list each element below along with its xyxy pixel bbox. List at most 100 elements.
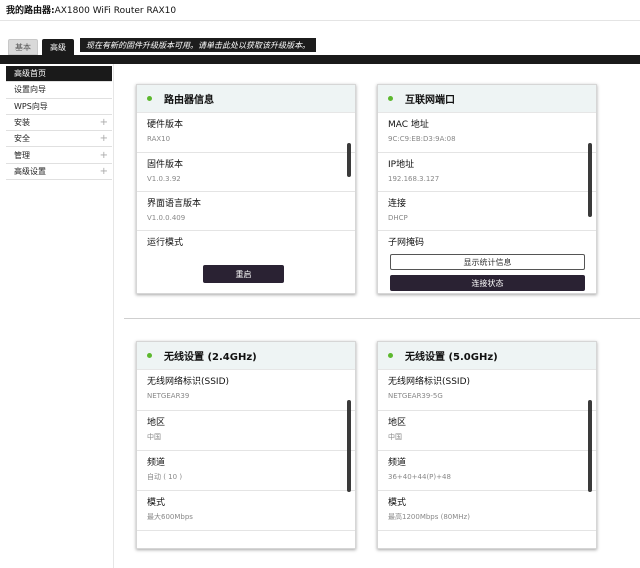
sidebar-item-label: 安装 <box>14 118 30 128</box>
scrollbar-thumb[interactable] <box>347 400 351 492</box>
card-header: 路由器信息 <box>137 85 355 113</box>
info-row-ip-address: IP地址 192.168.3.127 <box>378 153 596 192</box>
sidebar-item-wps-wizard[interactable]: WPS向导 <box>6 99 112 115</box>
info-row-channel: 频道 自动 ( 10 ) <box>137 451 355 491</box>
info-row-subnet-mask: 子网掩码 <box>378 231 596 248</box>
status-dot-icon <box>147 353 152 358</box>
sidebar-item-security[interactable]: 安全 + <box>6 131 112 148</box>
row-label: 无线网络标识(SSID) <box>147 377 230 387</box>
row-value: V1.0.0.409 <box>147 214 186 222</box>
row-label: 地区 <box>147 418 166 428</box>
row-label: 模式 <box>147 498 166 508</box>
sidebar-item-advanced-setup[interactable]: 高级设置 + <box>6 164 112 181</box>
connection-status-button[interactable]: 连接状态 <box>390 275 585 291</box>
scrollbar-thumb[interactable] <box>347 143 351 177</box>
row-label: 界面语言版本 <box>147 199 202 209</box>
info-row-mode: 模式 最高1200Mbps (80MHz) <box>378 491 596 531</box>
row-value: 中国 <box>147 433 161 441</box>
card-title: 无线设置 (2.4GHz) <box>164 352 257 363</box>
row-value: 最高1200Mbps (80MHz) <box>388 513 470 521</box>
card-scroll-body[interactable]: 无线网络标识(SSID) NETGEAR39-5G 地区 中国 频道 36+40… <box>378 370 596 548</box>
row-label: 连接 <box>388 199 407 209</box>
card-scroll-body[interactable]: 硬件版本 RAX10 固件版本 V1.0.3.92 界面语言版本 V1.0.0.… <box>137 113 355 259</box>
info-row-mode: 模式 最大600Mbps <box>137 491 355 531</box>
info-row-channel: 频道 36+40+44(P)+48 <box>378 451 596 491</box>
router-admin-page: 我的路由器:AX1800 WiFi Router RAX10 基本 高级 现在有… <box>0 0 640 568</box>
row-label: 模式 <box>388 498 407 508</box>
wireless-24ghz-card: 无线设置 (2.4GHz) 无线网络标识(SSID) NETGEAR39 地区 … <box>136 341 356 549</box>
expand-plus-icon[interactable]: + <box>100 166 108 177</box>
row-value: NETGEAR39-5G <box>388 392 443 400</box>
top-bar <box>0 55 640 64</box>
internet-port-card: 互联网端口 MAC 地址 9C:C9:EB:D3:9A:08 IP地址 192.… <box>377 84 597 294</box>
wireless-5ghz-card: 无线设置 (5.0GHz) 无线网络标识(SSID) NETGEAR39-5G … <box>377 341 597 549</box>
row-label: 无线网络标识(SSID) <box>388 377 471 387</box>
card-header: 无线设置 (5.0GHz) <box>378 342 596 370</box>
reboot-button[interactable]: 重启 <box>203 265 284 283</box>
row-label: 运行模式 <box>147 238 184 248</box>
info-row-ui-language-version: 界面语言版本 V1.0.0.409 <box>137 192 355 231</box>
row-value: 自动 ( 10 ) <box>147 473 183 481</box>
scrollbar-thumb[interactable] <box>588 400 592 492</box>
row-value: 中国 <box>388 433 402 441</box>
tab-advanced[interactable]: 高级 <box>42 39 74 55</box>
row-value: RAX10 <box>147 135 171 143</box>
card-scroll-body[interactable]: 无线网络标识(SSID) NETGEAR39 地区 中国 频道 自动 ( 10 … <box>137 370 355 548</box>
show-statistics-button[interactable]: 显示统计信息 <box>390 254 585 270</box>
sidebar-item-label: 高级设置 <box>14 166 46 176</box>
info-row-operation-mode: 运行模式 <box>137 231 355 259</box>
card-title: 互联网端口 <box>405 95 455 106</box>
row-value: 192.168.3.127 <box>388 175 440 183</box>
row-label: MAC 地址 <box>388 120 429 130</box>
info-row-ssid: 无线网络标识(SSID) NETGEAR39 <box>137 370 355 411</box>
section-divider <box>124 318 640 319</box>
expand-plus-icon[interactable]: + <box>100 150 108 161</box>
row-value: V1.0.3.92 <box>147 175 181 183</box>
info-row-hardware-version: 硬件版本 RAX10 <box>137 113 355 153</box>
sidebar-item-label: 设置向导 <box>14 85 46 95</box>
card-scroll-body[interactable]: MAC 地址 9C:C9:EB:D3:9A:08 IP地址 192.168.3.… <box>378 113 596 248</box>
status-dot-icon <box>388 96 393 101</box>
sidebar-item-setup-wizard[interactable]: 设置向导 <box>6 82 112 99</box>
sidebar-item-advanced-home[interactable]: 高级首页 <box>6 66 112 83</box>
card-header: 无线设置 (2.4GHz) <box>137 342 355 370</box>
expand-plus-icon[interactable]: + <box>100 117 108 128</box>
title-divider <box>0 20 640 21</box>
router-title: 我的路由器:AX1800 WiFi Router RAX10 <box>6 3 176 16</box>
row-value: 9C:C9:EB:D3:9A:08 <box>388 135 456 143</box>
sidebar-item-label: 高级首页 <box>14 69 46 79</box>
row-label: 固件版本 <box>147 160 184 170</box>
info-row-firmware-version: 固件版本 V1.0.3.92 <box>137 153 355 192</box>
sidebar-nav: 高级首页 设置向导 WPS向导 安装 + 安全 + 管理 + 高级设置 + <box>6 66 112 181</box>
sidebar-item-label: 管理 <box>14 150 30 160</box>
status-dot-icon <box>388 353 393 358</box>
router-model: AX1800 WiFi Router RAX10 <box>54 6 177 16</box>
sidebar-item-label: WPS向导 <box>14 101 48 111</box>
row-label: 频道 <box>388 458 407 468</box>
row-label: 硬件版本 <box>147 120 184 130</box>
info-row-ssid: 无线网络标识(SSID) NETGEAR39-5G <box>378 370 596 411</box>
row-label: 子网掩码 <box>388 238 425 248</box>
router-info-card: 路由器信息 硬件版本 RAX10 固件版本 V1.0.3.92 界面语言版本 V… <box>136 84 356 294</box>
row-label: 地区 <box>388 418 407 428</box>
status-dot-icon <box>147 96 152 101</box>
tab-basic[interactable]: 基本 <box>8 39 38 55</box>
card-title: 无线设置 (5.0GHz) <box>405 352 498 363</box>
sidebar-item-administration[interactable]: 管理 + <box>6 147 112 164</box>
scrollbar-thumb[interactable] <box>588 143 592 217</box>
firmware-update-notice[interactable]: 现在有新的固件升级版本可用。请单击此处以获取该升级版本。 <box>80 38 316 52</box>
info-row-connection: 连接 DHCP <box>378 192 596 231</box>
card-title: 路由器信息 <box>164 95 214 106</box>
card-header: 互联网端口 <box>378 85 596 113</box>
row-value: 最大600Mbps <box>147 513 193 521</box>
info-row-region: 地区 中国 <box>378 411 596 451</box>
sidebar-item-label: 安全 <box>14 134 30 144</box>
row-value: 36+40+44(P)+48 <box>388 473 451 481</box>
row-value: NETGEAR39 <box>147 392 190 400</box>
info-row-mac-address: MAC 地址 9C:C9:EB:D3:9A:08 <box>378 113 596 153</box>
row-label: 频道 <box>147 458 166 468</box>
router-title-label: 我的路由器: <box>6 6 55 16</box>
sidebar-item-setup[interactable]: 安装 + <box>6 115 112 132</box>
expand-plus-icon[interactable]: + <box>100 133 108 144</box>
row-value: DHCP <box>388 214 408 222</box>
